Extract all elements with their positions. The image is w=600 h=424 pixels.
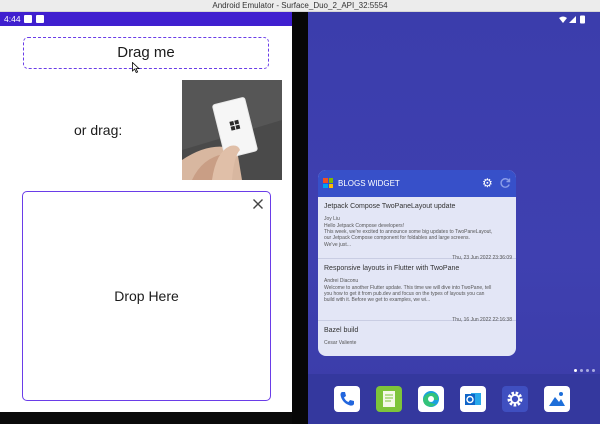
page-indicator	[574, 369, 598, 373]
microsoft-logo-icon	[323, 178, 333, 188]
drop-here-label: Drop Here	[114, 288, 179, 304]
gear-icon[interactable]: ⚙	[482, 177, 493, 189]
blog-post-item[interactable]: Bazel build Cesar Valiente	[318, 321, 516, 356]
emulator-frame: Android Emulator - Surface_Duo_2_API_32:…	[0, 0, 600, 424]
post-author: Cesar Valiente	[324, 340, 357, 346]
blog-post-item[interactable]: Responsive layouts in Flutter with TwoPa…	[318, 259, 516, 323]
device-hinge	[292, 12, 308, 424]
blogs-widget[interactable]: BLOGS WIDGET ⚙ Jetpack Compose TwoPaneLa…	[318, 170, 516, 356]
mouse-cursor-icon	[132, 62, 140, 73]
status-time: 4:44	[4, 14, 21, 24]
post-title: Bazel build	[324, 327, 359, 334]
post-excerpt: Welcome to another Flutter update. This …	[324, 285, 492, 304]
drag-me-box[interactable]: Drag me	[23, 37, 269, 69]
post-author: Joy Liu	[324, 216, 340, 222]
notification-icon-2	[36, 15, 44, 23]
notification-icon	[24, 15, 32, 23]
refresh-icon[interactable]	[499, 177, 511, 189]
or-drag-label: or drag:	[74, 122, 123, 138]
right-screen-launcher: BLOGS WIDGET ⚙ Jetpack Compose TwoPaneLa…	[308, 12, 600, 424]
widget-title: BLOGS WIDGET	[338, 179, 400, 188]
emulator-title-bar: Android Emulator - Surface_Duo_2_API_32:…	[0, 0, 600, 12]
post-title: Responsive layouts in Flutter with TwoPa…	[324, 265, 460, 272]
left-navigation-bar	[0, 412, 292, 424]
status-bar: 4:44	[0, 12, 292, 26]
settings-app-icon[interactable]	[502, 386, 528, 412]
post-excerpt: Hello Jetpack Compose developers! This w…	[324, 223, 493, 248]
draggable-device-photo[interactable]	[182, 80, 282, 180]
surface-duo-photo-illustration	[182, 80, 282, 180]
close-icon[interactable]	[252, 198, 264, 210]
status-icons	[559, 15, 585, 24]
window-title: Android Emulator - Surface_Duo_2_API_32:…	[212, 1, 388, 10]
widget-header: BLOGS WIDGET ⚙	[318, 170, 516, 197]
drag-me-label: Drag me	[117, 44, 175, 61]
notes-app-icon[interactable]	[376, 386, 402, 412]
left-screen: 4:44 Drag me or drag: Drop Here	[0, 12, 292, 424]
blog-post-item[interactable]: Jetpack Compose TwoPaneLayout update Joy…	[318, 197, 516, 261]
drop-target-area[interactable]: Drop Here	[22, 191, 271, 401]
phone-app-icon[interactable]	[334, 386, 360, 412]
edge-app-icon[interactable]	[418, 386, 444, 412]
post-author: Andrei Diaconu	[324, 278, 359, 284]
outlook-app-icon[interactable]	[460, 386, 486, 412]
post-title: Jetpack Compose TwoPaneLayout update	[324, 203, 456, 210]
gallery-app-icon[interactable]	[544, 386, 570, 412]
